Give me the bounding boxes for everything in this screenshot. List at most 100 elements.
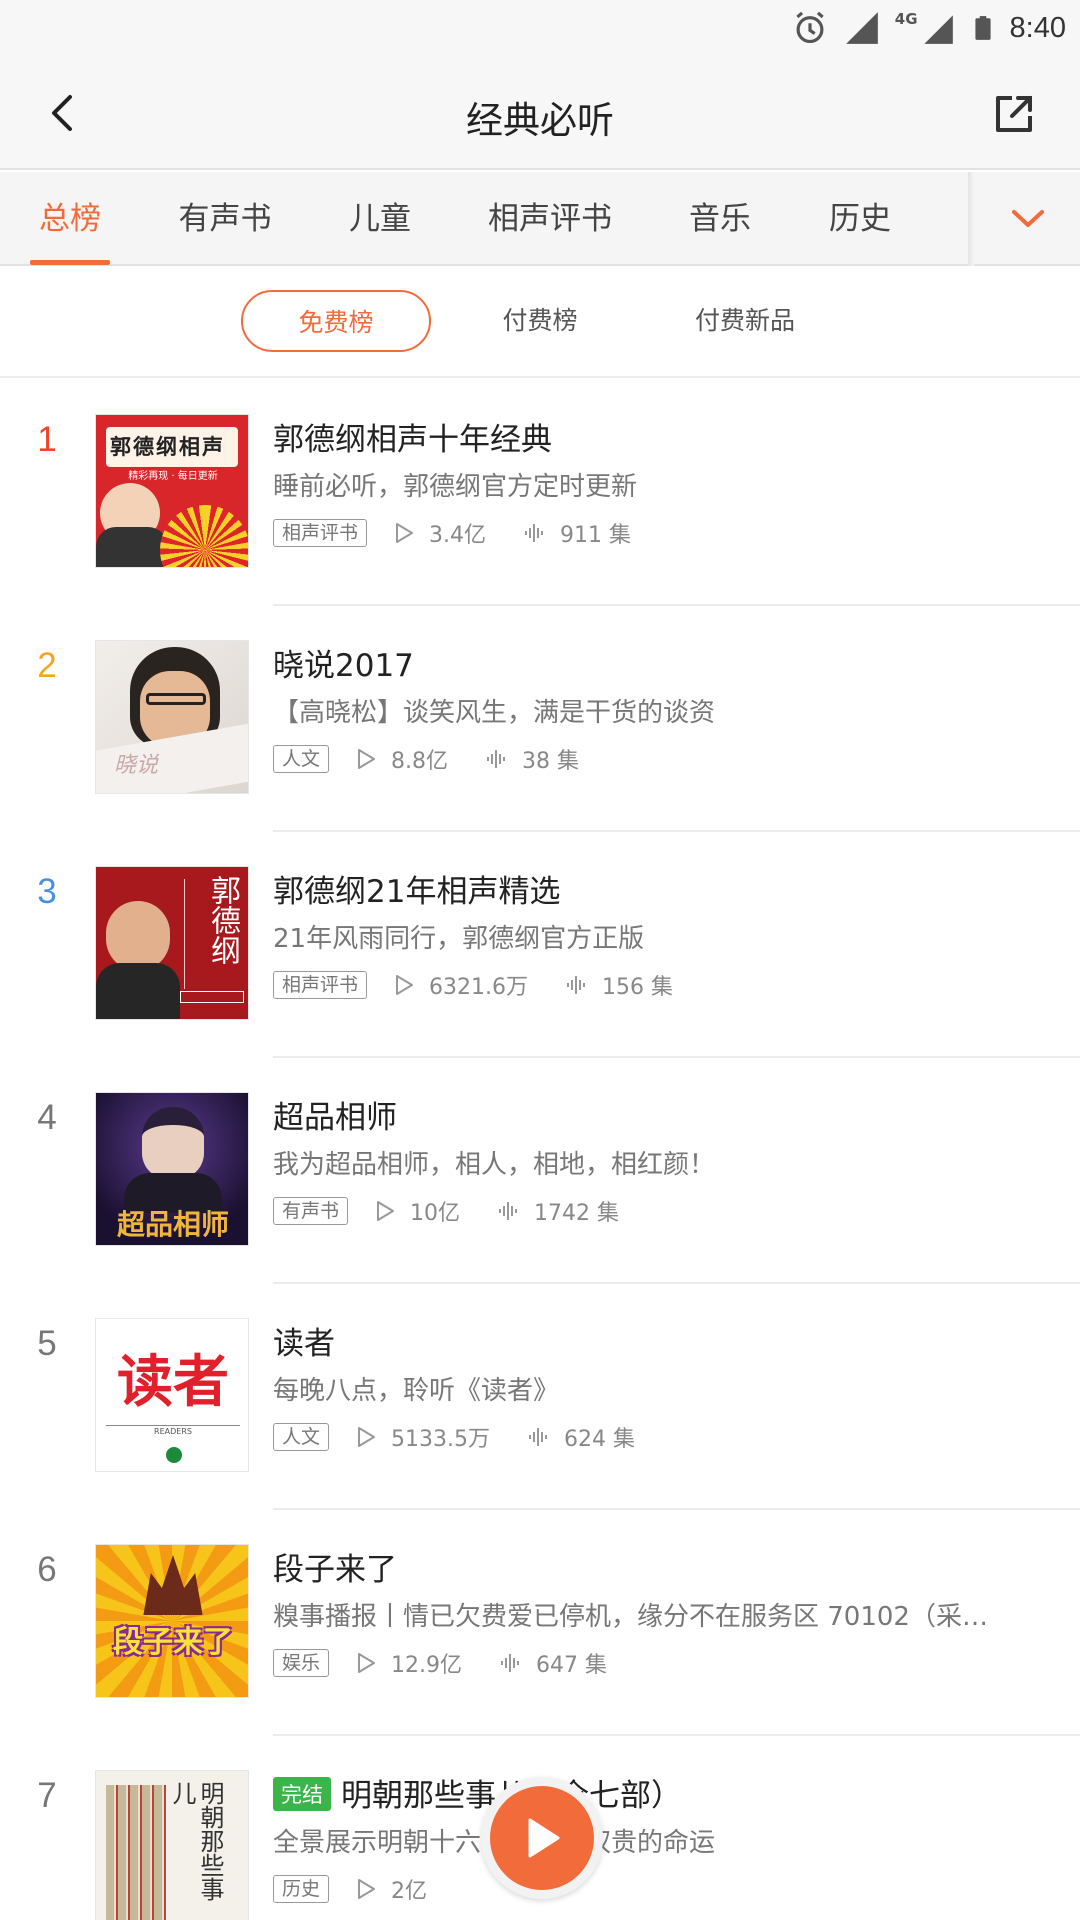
category-tag: 历史 — [273, 1875, 330, 1903]
tab-total[interactable]: 总榜 — [30, 172, 110, 266]
album-cover[interactable]: 读者 READERS — [95, 1318, 249, 1472]
rank-number: 3 — [37, 872, 57, 911]
play-button-core — [490, 1786, 594, 1890]
play-count: 8.8亿 — [391, 749, 449, 774]
tab-history[interactable]: 历史 — [815, 172, 905, 266]
episodes-icon — [529, 1428, 547, 1446]
category-tag: 娱乐 — [273, 1649, 330, 1677]
album-title: 郭德纲21年相声精选 — [273, 874, 561, 910]
play-count-icon — [358, 1653, 376, 1673]
signal-icon — [845, 12, 878, 44]
subtab-paid-new[interactable]: 付费新品 — [660, 290, 830, 352]
play-count: 3.4亿 — [429, 523, 487, 548]
category-tag: 相声评书 — [273, 519, 368, 547]
cover-title: 郭德纲 — [205, 875, 240, 965]
share-button[interactable] — [990, 90, 1038, 138]
album-title: 超品相师 — [273, 1100, 397, 1136]
signal-4g-icon — [923, 15, 953, 44]
subtab-free[interactable]: 免费榜 — [241, 290, 431, 352]
album-meta: 人文 5133.5万 624 集 — [273, 1420, 635, 1454]
list-item[interactable]: 1 郭德纲相声 精彩再现 · 每日更新 郭德纲相声十年经典 睡前必听，郭德纲官方… — [0, 380, 1080, 606]
episodes-icon — [487, 750, 506, 768]
status-bar: 4G 8:40 — [0, 0, 1080, 56]
tab-audiobook[interactable]: 有声书 — [170, 172, 280, 266]
episodes-icon — [525, 524, 544, 542]
floating-play-button[interactable] — [481, 1777, 603, 1899]
list-item[interactable]: 6 段子来了 段子来了 糗事播报丨情已欠费爱已停机，缘分不在服务区 70102（… — [0, 1510, 1080, 1736]
album-cover[interactable]: 明朝那些事儿 — [95, 1770, 249, 1920]
album-meta: 相声评书 6321.6万 156 集 — [273, 968, 673, 1002]
play-count-icon — [396, 523, 414, 543]
cover-title: 超品相师 — [116, 1208, 229, 1241]
album-meta: 历史 2亿 — [273, 1872, 465, 1906]
tab-music[interactable]: 音乐 — [675, 172, 765, 266]
category-tag: 人文 — [273, 745, 330, 773]
subtab-paid[interactable]: 付费榜 — [460, 290, 620, 352]
album-meta: 有声书 10亿 1742 集 — [273, 1194, 619, 1228]
page-title: 经典必听 — [466, 99, 614, 142]
battery-icon — [974, 16, 991, 40]
album-cover[interactable]: 段子来了 — [95, 1544, 249, 1698]
cover-subtitle: READERS — [154, 1427, 192, 1436]
list-item[interactable]: 5 读者 READERS 读者 每晚八点，聆听《读者》 人文 5133.5万 6… — [0, 1284, 1080, 1510]
play-count: 2亿 — [391, 1879, 428, 1904]
album-title: 段子来了 — [273, 1552, 397, 1588]
album-desc: 糗事播报丨情已欠费爱已停机，缘分不在服务区 70102（采… — [273, 1602, 988, 1632]
tab-crosstalk[interactable]: 相声评书 — [480, 172, 620, 266]
album-desc: 全景展示明朝十六帝和王公权贵的命运 — [273, 1822, 1033, 1859]
rank-number: 1 — [37, 420, 57, 459]
album-title: 郭德纲相声十年经典 — [273, 422, 552, 458]
play-count: 10亿 — [410, 1201, 461, 1226]
tab-children[interactable]: 儿童 — [335, 172, 425, 266]
play-count-icon — [358, 749, 376, 769]
category-tag: 有声书 — [273, 1197, 349, 1225]
rank-number: 6 — [37, 1550, 57, 1589]
episodes-icon — [499, 1202, 518, 1220]
list-item[interactable]: 4 超品相师 超品相师 我为超品相师，相人，相地，相红颜！ 有声书 10亿 17… — [0, 1058, 1080, 1284]
cover-title: 明朝那些事儿 — [168, 1781, 224, 1901]
finished-badge: 完结 — [273, 1777, 331, 1811]
album-title: 晓说2017 — [273, 648, 414, 684]
play-icon — [528, 1818, 560, 1858]
network-type: 4G — [894, 10, 918, 28]
ranking-subtabs: 免费榜 付费榜 付费新品 — [0, 268, 1080, 378]
episode-count: 38 集 — [522, 749, 580, 774]
alarm-icon — [796, 11, 824, 44]
album-title-row: 完结明朝那些事儿（全七部） — [273, 1770, 1053, 1815]
chevron-down-icon — [1012, 210, 1044, 227]
album-cover[interactable]: 晓说 — [95, 640, 249, 794]
album-meta: 相声评书 3.4亿 911 集 — [273, 516, 631, 550]
category-tag: 相声评书 — [273, 971, 368, 999]
rank-number: 4 — [37, 1098, 57, 1137]
play-count: 12.9亿 — [391, 1653, 463, 1678]
share-icon — [996, 96, 1032, 132]
episodes-icon — [567, 976, 585, 994]
tab-divider — [968, 172, 974, 266]
album-meta: 人文 8.8亿 38 集 — [273, 742, 579, 776]
play-count-icon — [358, 1427, 376, 1447]
play-count: 6321.6万 — [429, 975, 528, 1000]
expand-categories-button[interactable] — [976, 172, 1080, 266]
app-header: 经典必听 — [0, 56, 1080, 170]
album-meta: 娱乐 12.9亿 647 集 — [273, 1646, 607, 1680]
clock: 8:40 — [1009, 11, 1066, 44]
album-cover[interactable]: 超品相师 — [95, 1092, 249, 1246]
album-cover[interactable]: 郭德纲 — [95, 866, 249, 1020]
episodes-icon — [501, 1654, 520, 1672]
album-desc: 21年风雨同行，郭德纲官方正版 — [273, 924, 645, 954]
album-desc: 【高晓松】谈笑风生，满是干货的谈资 — [273, 698, 716, 728]
play-count-icon — [358, 1879, 376, 1899]
play-count: 5133.5万 — [391, 1427, 490, 1452]
album-cover[interactable]: 郭德纲相声 精彩再现 · 每日更新 — [95, 414, 249, 568]
album-desc: 睡前必听，郭德纲官方定时更新 — [273, 472, 638, 502]
rank-number: 7 — [37, 1776, 57, 1815]
list-item[interactable]: 2 晓说 晓说2017 【高晓松】谈笑风生，满是干货的谈资 人文 8.8亿 38… — [0, 606, 1080, 832]
episode-count: 1742 集 — [534, 1201, 619, 1226]
rank-number: 2 — [37, 646, 57, 685]
cover-title: 郭德纲相声 — [110, 434, 225, 459]
play-count-icon — [377, 1201, 395, 1221]
rank-number: 5 — [37, 1324, 57, 1363]
episode-count: 624 集 — [564, 1427, 635, 1452]
list-item[interactable]: 3 郭德纲 郭德纲21年相声精选 21年风雨同行，郭德纲官方正版 相声评书 63… — [0, 832, 1080, 1058]
album-desc: 我为超品相师，相人，相地，相红颜！ — [273, 1150, 716, 1180]
